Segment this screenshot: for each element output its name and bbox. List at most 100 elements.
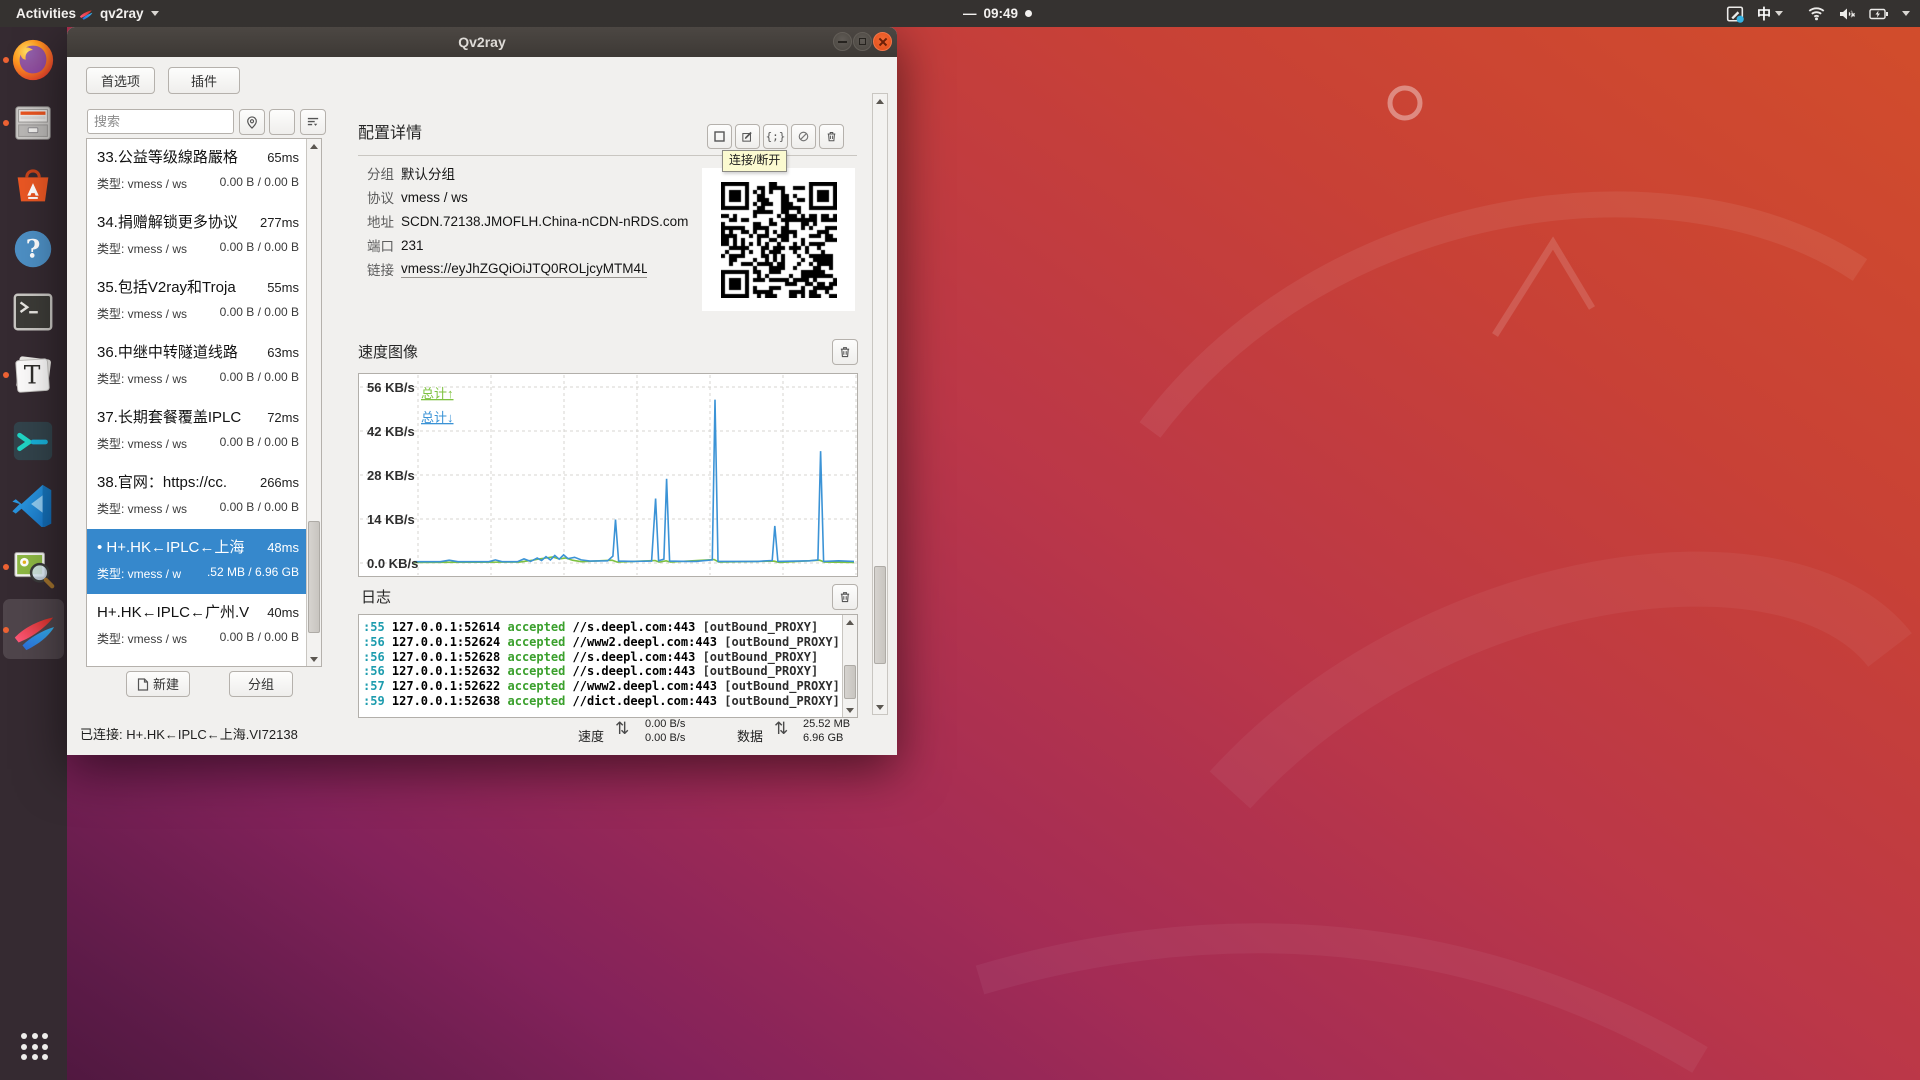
scroll-down-icon[interactable] bbox=[843, 703, 857, 717]
typora-icon: T bbox=[10, 352, 56, 398]
scroll-down-icon[interactable] bbox=[307, 652, 321, 666]
server-item[interactable]: 38.官网：https://cc.266ms类型: vmess / ws0.00… bbox=[87, 464, 306, 529]
dock-item-tabby-terminal[interactable] bbox=[10, 418, 56, 464]
location-pin-button[interactable] bbox=[239, 109, 265, 135]
field-value: 231 bbox=[401, 238, 424, 253]
connect-toggle-icon bbox=[714, 131, 725, 142]
file-archiver-icon bbox=[10, 100, 56, 146]
server-traffic: 0.00 B / 0.00 B bbox=[220, 305, 299, 322]
sort-button[interactable] bbox=[300, 109, 326, 135]
delete-server-button[interactable] bbox=[819, 124, 844, 149]
scroll-up-icon[interactable] bbox=[843, 615, 857, 629]
new-server-button[interactable]: 新建 bbox=[126, 671, 190, 697]
legend-total-down[interactable]: 总计↓ bbox=[421, 410, 454, 425]
clear-graph-button[interactable] bbox=[832, 339, 858, 365]
minimize-button[interactable] bbox=[833, 32, 852, 51]
chevron-down-icon bbox=[1902, 11, 1910, 16]
latency-test-icon bbox=[798, 130, 809, 143]
group-label: 分组 bbox=[248, 677, 274, 692]
scroll-down-icon[interactable] bbox=[873, 700, 887, 714]
dock-item-file-archiver[interactable] bbox=[10, 100, 56, 146]
chevron-down-icon bbox=[151, 11, 159, 16]
close-button[interactable] bbox=[873, 32, 892, 51]
system-tray[interactable]: 中 bbox=[1726, 0, 1910, 27]
preferences-button[interactable]: 首选项 bbox=[86, 67, 155, 94]
notification-dot-icon bbox=[1025, 10, 1032, 17]
location-pin-icon bbox=[246, 115, 258, 130]
clock-time: 09:49 bbox=[984, 6, 1019, 21]
input-method-indicator: 中 bbox=[1757, 4, 1783, 24]
data-values: 25.52 MB 6.96 GB bbox=[803, 717, 850, 745]
server-title: 33.公益等级線路嚴格 bbox=[97, 146, 238, 167]
detail-field: 协议vmess / ws bbox=[367, 185, 697, 209]
server-title: 35.包括V2ray和Troja bbox=[97, 276, 236, 297]
scrollbar-thumb[interactable] bbox=[308, 521, 320, 633]
clear-log-button[interactable] bbox=[832, 584, 858, 610]
log-line: :56 127.0.0.1:52624 accepted //www2.deep… bbox=[363, 635, 841, 650]
plugins-button[interactable]: 插件 bbox=[168, 67, 240, 94]
detail-panel-scrollbar[interactable] bbox=[872, 93, 888, 715]
tooltip: 连接/断开 bbox=[722, 150, 787, 172]
scroll-up-icon[interactable] bbox=[307, 139, 321, 153]
dock-item-typora[interactable]: T bbox=[10, 352, 56, 398]
y-axis-tick: 28 KB/s bbox=[367, 468, 415, 483]
server-item[interactable]: H+.HK←IPLC← bbox=[87, 659, 306, 667]
server-item[interactable]: 36.中继中转隧道线路63ms类型: vmess / ws0.00 B / 0.… bbox=[87, 334, 306, 399]
dock-item-firefox[interactable] bbox=[10, 37, 56, 83]
dock-item-image-viewer[interactable] bbox=[10, 544, 56, 590]
scrollbar-thumb[interactable] bbox=[874, 566, 886, 664]
dock-item-qv2ray[interactable] bbox=[10, 607, 56, 653]
server-title: 37.长期套餐覆盖IPLC bbox=[97, 406, 241, 427]
blank-tool-button[interactable] bbox=[269, 109, 295, 135]
trash-icon bbox=[826, 130, 837, 143]
server-ping: 65ms bbox=[267, 150, 299, 165]
server-item[interactable]: 34.捐赠解锁更多协议277ms类型: vmess / ws0.00 B / 0… bbox=[87, 204, 306, 269]
detail-field: 端口231 bbox=[367, 233, 697, 257]
dock-item-ubuntu-software[interactable] bbox=[10, 163, 56, 209]
speed-series bbox=[414, 400, 854, 562]
edit-json-button[interactable]: {;} bbox=[763, 124, 788, 149]
server-ping: 72ms bbox=[267, 410, 299, 425]
dock-item-terminal[interactable] bbox=[10, 289, 56, 335]
field-label: 分组 bbox=[367, 163, 399, 183]
dock-item-vscode[interactable] bbox=[10, 481, 56, 527]
clock[interactable]: — 09:49 bbox=[963, 0, 1032, 27]
group-button[interactable]: 分组 bbox=[229, 671, 293, 697]
speed-values: 0.00 B/s 0.00 B/s bbox=[645, 717, 685, 745]
connect-toggle-button[interactable] bbox=[707, 124, 732, 149]
speed-graph: 56 KB/s42 KB/s28 KB/s14 KB/s0.0 KB/s总计↑总… bbox=[358, 373, 858, 577]
server-type: 类型: vmess / ws bbox=[97, 175, 187, 192]
running-indicator bbox=[3, 372, 9, 378]
log-scrollbar[interactable] bbox=[842, 615, 857, 717]
dock-item-help[interactable]: ? bbox=[10, 226, 56, 272]
app-menu[interactable]: qv2ray bbox=[78, 0, 159, 27]
new-server-label: 新建 bbox=[153, 677, 179, 692]
server-item[interactable]: • H+.HK←IPLC←上海48ms类型: vmess / w.52 MB /… bbox=[87, 529, 306, 594]
server-type: 类型: vmess / ws bbox=[97, 370, 187, 387]
show-applications-button[interactable] bbox=[21, 1033, 49, 1061]
search-input[interactable] bbox=[87, 109, 234, 134]
server-title: 38.官网：https://cc. bbox=[97, 471, 227, 492]
server-ping: 55ms bbox=[267, 280, 299, 295]
data-label: 数据 bbox=[737, 726, 763, 745]
server-type: 类型: vmess / ws bbox=[97, 500, 187, 517]
log-panel[interactable]: :55 127.0.0.1:52614 accepted //s.deepl.c… bbox=[358, 614, 858, 718]
server-list-scrollbar[interactable] bbox=[306, 139, 321, 666]
field-value[interactable]: vmess://eyJhZGQiOiJTQ0ROLjcyMTM4LkpNT0ZM… bbox=[401, 261, 647, 278]
legend-total-up[interactable]: 总计↑ bbox=[421, 386, 454, 401]
server-traffic: 0.00 B / 0.00 B bbox=[220, 435, 299, 452]
field-label: 端口 bbox=[367, 235, 399, 255]
activities-button[interactable]: Activities bbox=[10, 0, 82, 27]
server-item[interactable]: 37.长期套餐覆盖IPLC72ms类型: vmess / ws0.00 B / … bbox=[87, 399, 306, 464]
dock: ? T bbox=[0, 27, 67, 1080]
server-item[interactable]: H+.HK←IPLC←广州.V40ms类型: vmess / ws0.00 B … bbox=[87, 594, 306, 659]
server-item[interactable]: 35.包括V2ray和Troja55ms类型: vmess / ws0.00 B… bbox=[87, 269, 306, 334]
window-titlebar[interactable]: Qv2ray bbox=[67, 27, 897, 57]
help-icon: ? bbox=[10, 226, 56, 272]
scroll-up-icon[interactable] bbox=[873, 94, 887, 108]
latency-test-button[interactable] bbox=[791, 124, 816, 149]
edit-button[interactable] bbox=[735, 124, 760, 149]
scrollbar-thumb[interactable] bbox=[844, 665, 856, 699]
server-item[interactable]: 33.公益等级線路嚴格65ms类型: vmess / ws0.00 B / 0.… bbox=[87, 139, 306, 204]
maximize-button[interactable] bbox=[853, 32, 872, 51]
